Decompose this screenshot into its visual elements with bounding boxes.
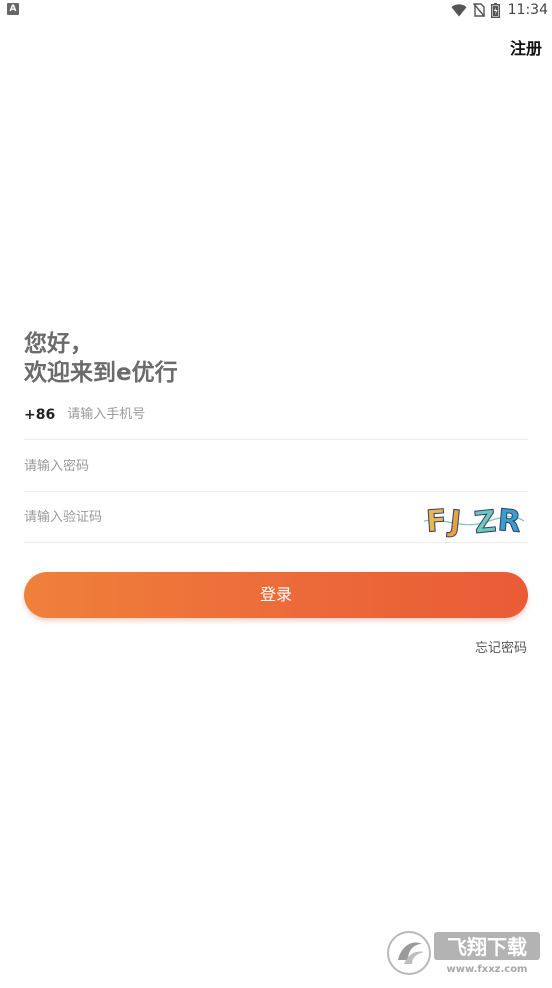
no-sim-icon bbox=[472, 3, 485, 17]
status-time: 11:34 bbox=[507, 2, 548, 18]
status-indicators: 11:34 bbox=[445, 0, 548, 20]
svg-text:www.fxxz.com: www.fxxz.com bbox=[447, 964, 528, 975]
password-field-row bbox=[24, 442, 528, 492]
captcha-field-row: F J Z R bbox=[24, 493, 528, 543]
greeting: 您好， 欢迎来到e优行 bbox=[24, 330, 178, 388]
wifi-icon bbox=[451, 3, 467, 17]
status-bar: A 11:34 bbox=[0, 0, 552, 20]
greeting-line-2: 欢迎来到e优行 bbox=[24, 360, 178, 386]
watermark-logo: 飞翔下载 www.fxxz.com bbox=[387, 931, 540, 975]
register-link[interactable]: 注册 bbox=[510, 35, 542, 59]
phone-input[interactable] bbox=[67, 407, 528, 422]
login-button[interactable]: 登录 bbox=[24, 572, 528, 618]
svg-text:F: F bbox=[425, 503, 448, 539]
phone-field-row: +86 bbox=[24, 390, 528, 440]
greeting-line-1: 您好， bbox=[24, 331, 93, 357]
login-screen: A 11:34 注册 您好， 欢迎来到e优行 +86 请输入手机号 请输入验证码… bbox=[0, 0, 552, 988]
app-notification-icon: A bbox=[7, 3, 19, 15]
svg-text:Z: Z bbox=[473, 504, 498, 539]
svg-text:飞翔下载: 飞翔下载 bbox=[447, 935, 527, 959]
country-code-selector[interactable]: +86 bbox=[24, 407, 55, 423]
svg-text:R: R bbox=[496, 503, 522, 539]
captcha-image[interactable]: F J Z R bbox=[422, 499, 526, 539]
forgot-password-link[interactable]: 忘记密码 bbox=[475, 637, 527, 656]
battery-icon bbox=[490, 2, 500, 18]
password-input[interactable] bbox=[24, 459, 528, 474]
